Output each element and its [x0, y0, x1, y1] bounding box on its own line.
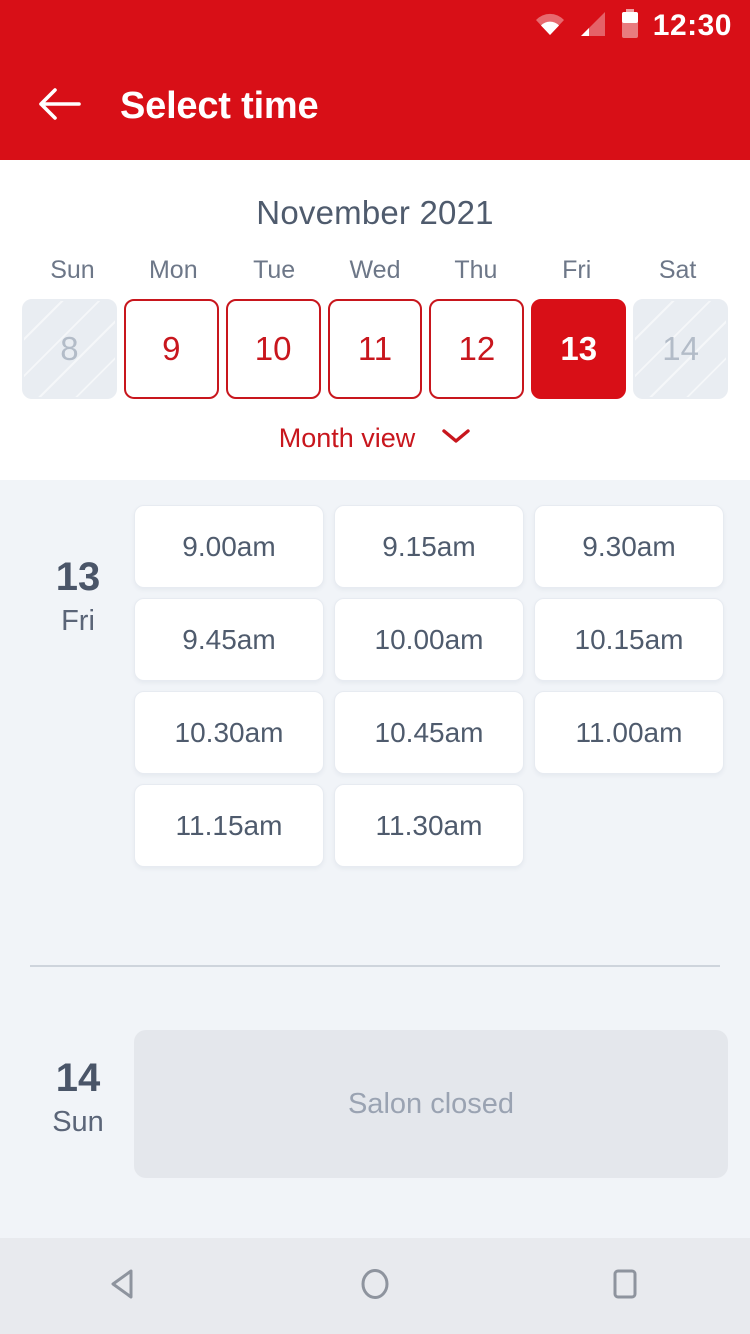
calendar-day-name: Mon: [148, 256, 198, 284]
time-slot[interactable]: 11.30am: [334, 784, 524, 867]
calendar-month-title: November 2021: [256, 194, 494, 231]
recents-square-icon: [605, 1264, 645, 1309]
back-arrow-icon: [37, 86, 81, 127]
calendar-date-cell[interactable]: 11: [327, 299, 423, 399]
calendar-date-cell: 14: [633, 299, 729, 399]
status-bar-clock: 12:30: [652, 9, 732, 42]
cellular-signal-icon: [579, 11, 607, 42]
month-view-toggle[interactable]: Month view: [0, 423, 750, 454]
day-section: 14 Sun Salon closed: [0, 1030, 750, 1178]
calendar-day-name: Sun: [50, 256, 95, 284]
home-circle-icon: [355, 1264, 395, 1309]
time-slot[interactable]: 9.45am: [134, 598, 324, 681]
time-slot[interactable]: 10.45am: [334, 691, 524, 774]
day-weekday: Sun: [52, 1106, 104, 1138]
page-title: Select time: [120, 84, 319, 127]
salon-closed-panel: Salon closed: [134, 1030, 728, 1178]
battery-icon: [621, 8, 639, 44]
back-button[interactable]: [22, 69, 96, 143]
calendar-date-cell[interactable]: 10: [225, 299, 321, 399]
calendar-day-name: Thu: [454, 256, 498, 284]
day-number: 13: [55, 555, 101, 599]
calendar-day-name: Wed: [349, 256, 401, 284]
back-triangle-icon: [105, 1264, 145, 1309]
day-section: 13 Fri 9.00am 9.15am 9.30am 9.45am 10.00…: [0, 505, 750, 867]
calendar-day-names-row: Sun Mon Tue Wed Thu Fri Sat: [0, 256, 750, 285]
calendar-panel: November 2021 Sun Mon Tue Wed Thu Fri Sa…: [0, 160, 750, 480]
nav-back-button[interactable]: [70, 1238, 180, 1334]
calendar-day-name: Tue: [253, 256, 296, 284]
wifi-icon: [535, 12, 565, 41]
time-slot[interactable]: 11.15am: [134, 784, 324, 867]
calendar-date-cell: 8: [22, 299, 117, 399]
day-number: 14: [55, 1056, 101, 1100]
nav-home-button[interactable]: [320, 1238, 430, 1334]
day-weekday: Fri: [61, 605, 95, 637]
android-nav-bar: [0, 1238, 750, 1334]
time-slot[interactable]: 10.15am: [534, 598, 724, 681]
section-divider: [30, 965, 720, 967]
app-bar: Select time: [0, 52, 750, 160]
chevron-down-icon: [441, 427, 471, 450]
time-slot[interactable]: 11.00am: [534, 691, 724, 774]
time-slot-grid: 9.00am 9.15am 9.30am 9.45am 10.00am 10.1…: [134, 505, 728, 867]
calendar-date-cell-selected[interactable]: 13: [531, 299, 627, 399]
day-label: 13 Fri: [22, 505, 134, 867]
time-slot[interactable]: 9.00am: [134, 505, 324, 588]
calendar-day-name: Sat: [658, 256, 697, 284]
calendar-date-row: 8 9 10 11 12 13 14: [0, 299, 750, 399]
time-slot[interactable]: 10.30am: [134, 691, 324, 774]
calendar-day-name: Fri: [562, 256, 592, 284]
time-slot[interactable]: 9.15am: [334, 505, 524, 588]
select-time-screen: 12:30 Select time November 2021 Sun Mon …: [0, 0, 750, 1334]
time-slot[interactable]: 10.00am: [334, 598, 524, 681]
month-view-toggle-label: Month view: [278, 423, 416, 453]
status-bar: 12:30: [0, 0, 750, 52]
calendar-date-cell[interactable]: 9: [123, 299, 219, 399]
time-slot[interactable]: 9.30am: [534, 505, 724, 588]
calendar-date-cell[interactable]: 12: [429, 299, 525, 399]
day-label: 14 Sun: [22, 1030, 134, 1178]
nav-recents-button[interactable]: [570, 1238, 680, 1334]
